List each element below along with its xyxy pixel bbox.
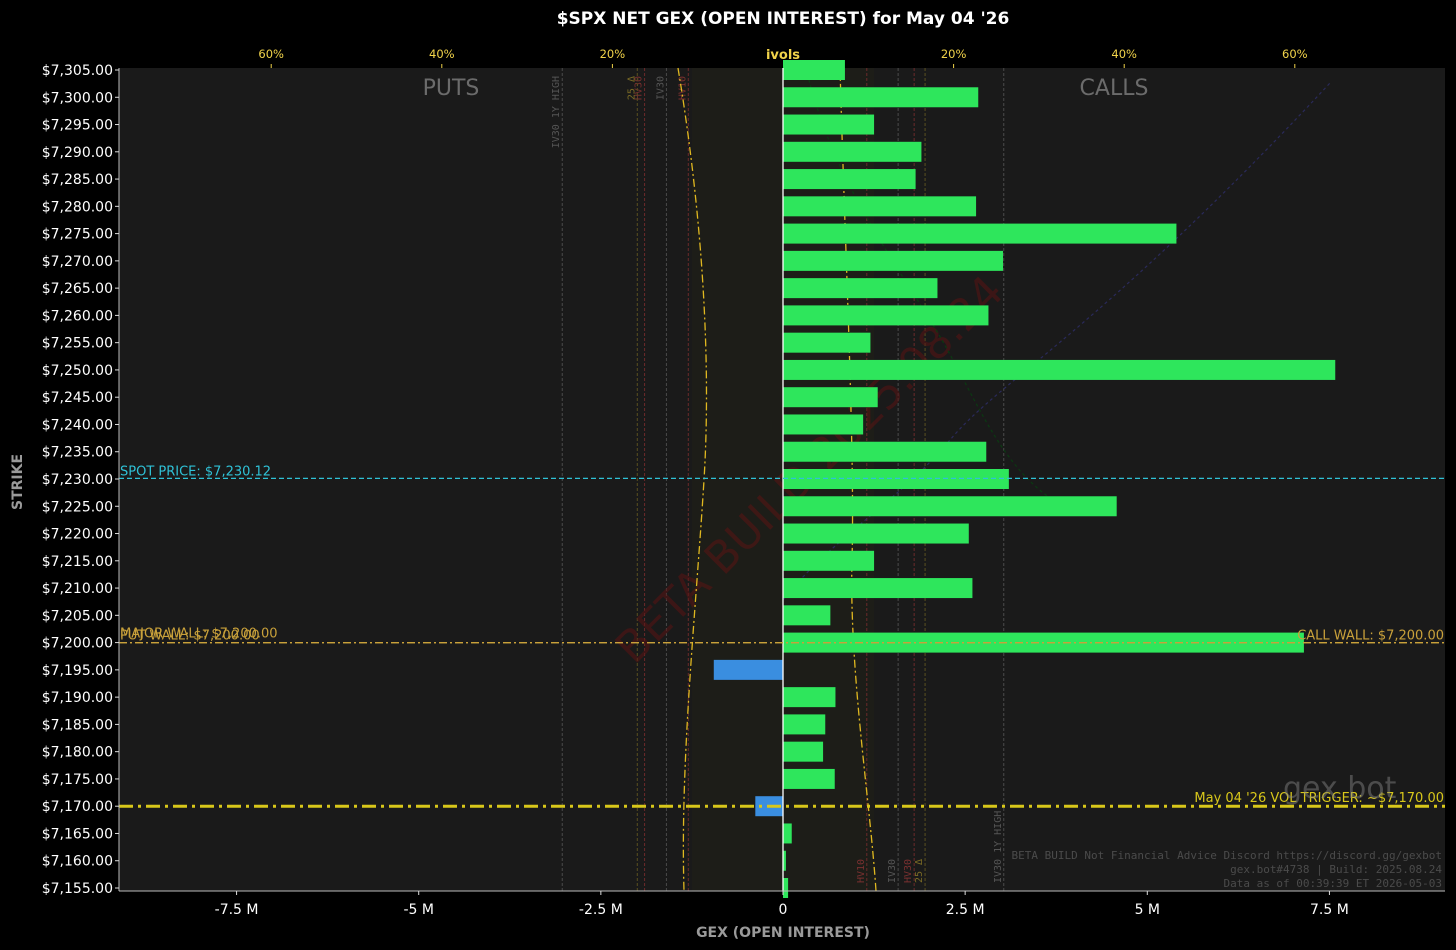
y-tick-label: $7,255.00: [42, 336, 113, 352]
gex-bar: [783, 878, 789, 898]
y-axis-label: STRIKE: [10, 454, 26, 510]
y-tick-label: $7,265.00: [42, 281, 113, 297]
gexbot-logo: gex bot: [1283, 771, 1397, 806]
gex-bar: [783, 823, 792, 844]
y-tick-label: $7,190.00: [42, 690, 113, 706]
gex-bar: [783, 359, 1336, 380]
footer-line-3: Data as of 00:39:39 ET 2026-05-03: [1223, 877, 1442, 890]
x-tick-label: -5 M: [403, 902, 434, 918]
y-tick-label: $7,275.00: [42, 227, 113, 243]
gex-bar: [783, 387, 878, 408]
y-tick-label: $7,270.00: [42, 254, 113, 270]
x-tick-label: -7.5 M: [215, 902, 259, 918]
gex-bar: [783, 441, 987, 462]
gex-bar: [783, 414, 864, 435]
y-tick-label: $7,260.00: [42, 308, 113, 324]
x-tick-label: 2.5 M: [946, 902, 985, 918]
y-tick-label: $7,280.00: [42, 199, 113, 215]
y-tick-label: $7,210.00: [42, 581, 113, 597]
vertical-marker-label: HV10: [856, 859, 867, 883]
y-tick-label: $7,300.00: [42, 90, 113, 106]
gex-bar: [783, 523, 969, 544]
gex-bar: [783, 87, 979, 108]
gex-bar: [783, 496, 1117, 517]
y-tick-label: $7,180.00: [42, 745, 113, 761]
x-tick-label: 5 M: [1135, 902, 1160, 918]
gex-bar: [783, 605, 831, 626]
y-tick-label: $7,175.00: [42, 772, 113, 788]
y-tick-label: $7,245.00: [42, 390, 113, 406]
y-tick-label: $7,305.00: [42, 63, 113, 79]
top-tick-label: 40%: [1111, 47, 1137, 61]
y-tick-label: $7,230.00: [42, 472, 113, 488]
logo-text: gex bot: [1283, 771, 1397, 806]
y-tick-label: $7,290.00: [42, 145, 113, 161]
x-tick-label: 7.5 M: [1310, 902, 1349, 918]
y-tick-label: $7,200.00: [42, 636, 113, 652]
x-tick-label: -2.5 M: [579, 902, 623, 918]
puts-label: PUTS: [423, 76, 480, 101]
chart-title: $SPX NET GEX (OPEN INTEREST) for May 04 …: [557, 9, 1010, 29]
gex-bar: [783, 60, 845, 80]
gex-bar: [783, 741, 824, 762]
gex-bar: [713, 659, 783, 680]
level-label: CALL WALL: $7,200.00: [1297, 629, 1444, 644]
y-tick-label: $7,285.00: [42, 172, 113, 188]
gex-bar: [783, 278, 938, 299]
y-tick-label: $7,220.00: [42, 527, 113, 543]
gex-bar: [783, 687, 836, 708]
x-tick-label: 0: [779, 902, 788, 918]
y-tick-label: $7,225.00: [42, 499, 113, 515]
footer-line-1: BETA BUILD Not Financial Advice Discord …: [1012, 849, 1442, 862]
gex-bar: [783, 305, 989, 326]
y-tick-label: $7,155.00: [42, 881, 113, 897]
gex-chart: $SPX NET GEX (OPEN INTEREST) for May 04 …: [0, 0, 1456, 950]
gex-bar: [783, 223, 1177, 244]
top-tick-label: 40%: [429, 47, 455, 61]
y-tick-label: $7,205.00: [42, 608, 113, 624]
top-axis-label: ivols: [766, 48, 800, 63]
y-tick-label: $7,195.00: [42, 663, 113, 679]
gex-bar: [783, 114, 875, 135]
gex-bar: [783, 196, 977, 217]
y-tick-label: $7,170.00: [42, 799, 113, 815]
gex-bar: [783, 169, 916, 190]
vertical-marker-label: IV30 1Y HIGH: [551, 76, 562, 148]
vertical-marker-label: 25 Δ: [626, 76, 637, 100]
y-tick-label: $7,240.00: [42, 417, 113, 433]
y-tick-label: $7,250.00: [42, 363, 113, 379]
y-tick-label: $7,165.00: [42, 826, 113, 842]
top-tick-label: 20%: [941, 47, 967, 61]
vertical-marker-label: IV30: [887, 859, 898, 883]
vertical-marker-label: IV30: [655, 76, 666, 100]
vertical-marker-label: IV30 1Y HIGH: [993, 811, 1004, 883]
footer-line-2: gex.bot#4738 | Build: 2025.08.24: [1230, 863, 1442, 876]
gex-bar: [783, 550, 875, 571]
gex-bar: [783, 141, 922, 162]
x-axis-label: GEX (OPEN INTEREST): [696, 925, 870, 941]
gex-bar: [783, 714, 826, 735]
top-tick-label: 60%: [258, 47, 284, 61]
y-tick-label: $7,215.00: [42, 554, 113, 570]
gex-bar: [783, 578, 973, 599]
level-label: MAJOR WALL: $7,200.00: [120, 627, 278, 642]
gex-bar: [783, 768, 835, 789]
y-tick-label: $7,185.00: [42, 717, 113, 733]
vertical-marker-label: HV30: [903, 859, 914, 883]
gex-bar: [783, 250, 1004, 271]
gex-bar: [783, 469, 1009, 489]
y-tick-label: $7,235.00: [42, 445, 113, 461]
top-tick-label: 20%: [600, 47, 626, 61]
calls-label: CALLS: [1080, 76, 1149, 101]
vertical-marker-label: HV10: [677, 76, 688, 100]
y-tick-label: $7,295.00: [42, 118, 113, 134]
level-label: SPOT PRICE: $7,230.12: [120, 464, 271, 479]
vertical-marker-label: 25 Δ: [914, 859, 925, 883]
gex-bar: [783, 332, 871, 353]
y-tick-label: $7,160.00: [42, 854, 113, 870]
top-tick-label: 60%: [1282, 47, 1308, 61]
